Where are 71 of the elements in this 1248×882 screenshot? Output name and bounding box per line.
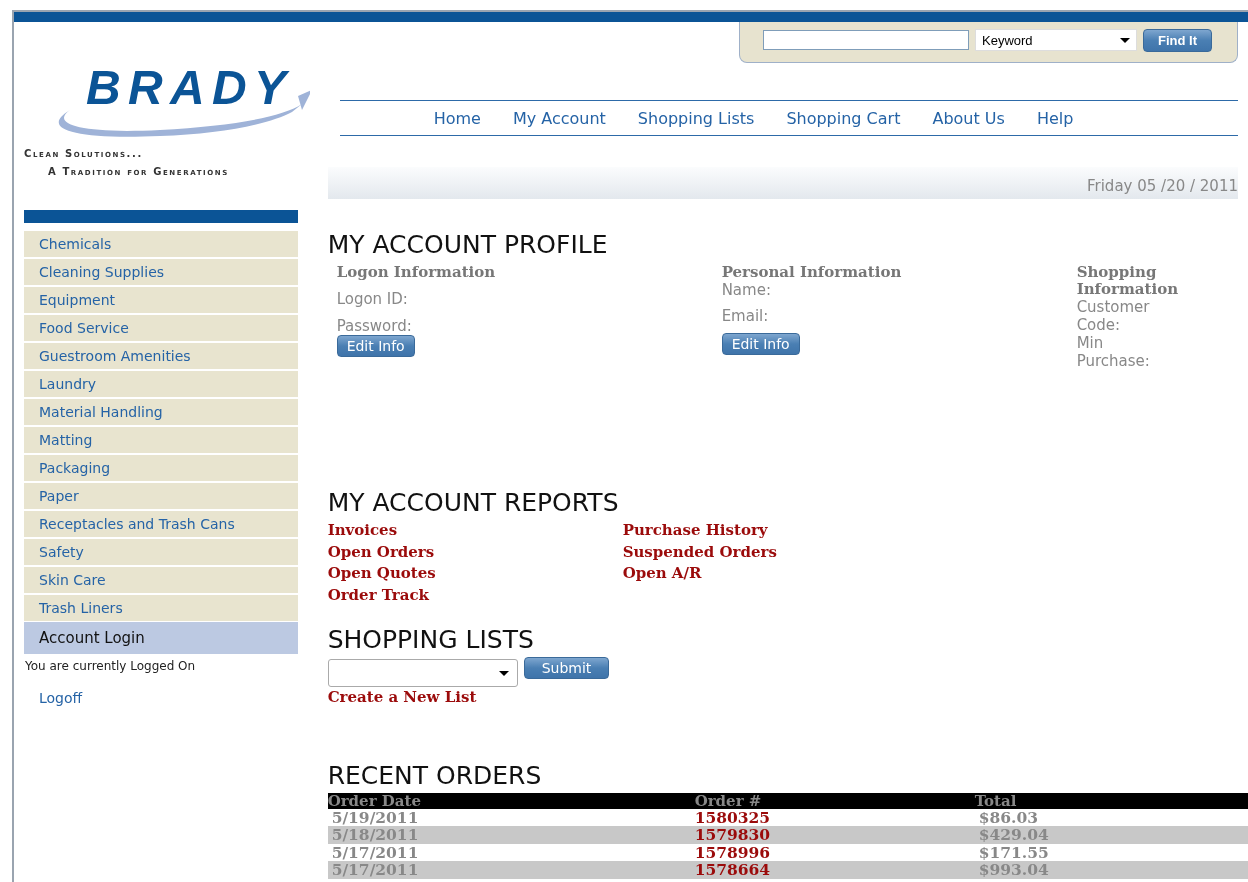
find-it-button[interactable]: Find It: [1143, 28, 1212, 52]
sidebar-item[interactable]: Trash Liners: [24, 595, 298, 621]
dropdown-caret-icon: [498, 670, 509, 676]
sidebar-item[interactable]: Safety: [24, 539, 298, 565]
order-number-link[interactable]: 1578996: [694, 843, 975, 861]
order-number-link[interactable]: 1579830: [694, 826, 975, 844]
report-link[interactable]: Purchase History: [622, 520, 768, 542]
sidebar-item[interactable]: Matting: [24, 427, 298, 453]
edit-info-button[interactable]: Edit Info: [336, 335, 415, 357]
sidebar-item[interactable]: Guestroom Amenities: [24, 343, 298, 369]
table-cell: 5/17/2011: [327, 843, 695, 861]
column-header: Order Date: [327, 792, 695, 809]
section-heading: Logon Information: [336, 264, 496, 281]
field-label: Name:: [721, 281, 771, 299]
logoff-link[interactable]: Logoff: [39, 690, 83, 706]
field-label: Customer Code:: [1076, 298, 1151, 334]
section-heading: Personal Information: [721, 264, 902, 281]
section-title: MY ACCOUNT PROFILE: [327, 230, 609, 260]
field-label: Password:: [336, 317, 412, 335]
report-link[interactable]: Open A/R: [622, 563, 702, 585]
sidebar-item[interactable]: Laundry: [24, 371, 298, 397]
table-cell: $86.03: [974, 808, 1248, 826]
sidebar-item[interactable]: Food Service: [24, 315, 298, 341]
sidebar-item[interactable]: Material Handling: [24, 399, 298, 425]
sidebar-item[interactable]: Paper: [24, 483, 298, 509]
sidebar-item[interactable]: Receptacles and Trash Cans: [24, 511, 298, 537]
list-dropdown[interactable]: [327, 659, 518, 687]
table-cell: 5/18/2011: [327, 826, 695, 844]
section-title: RECENT ORDERS: [327, 760, 543, 791]
nav-link[interactable]: About Us: [932, 108, 1005, 128]
table-cell: $429.04: [974, 826, 1248, 844]
section-title: MY ACCOUNT REPORTS: [327, 488, 620, 518]
tagline: A Tradition for Generations: [48, 166, 229, 177]
sidebar-item[interactable]: Chemicals: [24, 231, 298, 257]
sidebar-section-header: Account Login: [24, 622, 298, 654]
login-status: You are currently Logged On: [25, 659, 197, 673]
submit-button[interactable]: Submit: [523, 657, 610, 679]
table-cell: 5/17/2011: [327, 861, 695, 879]
nav-link[interactable]: My Account: [512, 108, 606, 128]
sidebar-item[interactable]: Packaging: [24, 455, 298, 481]
section-title: SHOPPING LISTS: [327, 625, 535, 655]
report-link[interactable]: Open Quotes: [327, 563, 436, 585]
nav-link[interactable]: Shopping Lists: [637, 108, 755, 128]
date-text: Friday 05 /20 / 2011: [1087, 177, 1238, 197]
order-number-link[interactable]: 1580325: [694, 808, 975, 826]
order-number-link[interactable]: 1578664: [694, 861, 975, 879]
report-link[interactable]: Open Orders: [327, 541, 435, 563]
edit-info-button[interactable]: Edit Info: [721, 333, 800, 355]
dropdown-caret-icon: [1120, 37, 1130, 43]
nav-link[interactable]: Help: [1036, 108, 1074, 128]
field-label: Email:: [721, 307, 769, 325]
column-header: Total: [974, 792, 1248, 809]
section-heading: Shopping Information: [1076, 264, 1180, 298]
table-cell: $993.04: [974, 861, 1248, 879]
tagline: Clean Solutions...: [24, 148, 143, 159]
create-list-link[interactable]: Create a New List: [327, 687, 477, 709]
search-field[interactable]: [763, 30, 969, 50]
scope-dropdown[interactable]: Keyword: [975, 29, 1137, 51]
report-link[interactable]: Order Track: [327, 584, 429, 606]
column-header: Order #: [694, 792, 975, 809]
nav-link[interactable]: Shopping Cart: [786, 108, 901, 128]
table-cell: 5/19/2011: [327, 808, 695, 826]
field-label: Logon ID:: [336, 290, 408, 308]
sidebar-item[interactable]: Cleaning Supplies: [24, 259, 298, 285]
nav-link[interactable]: Home: [433, 108, 481, 128]
report-link[interactable]: Suspended Orders: [622, 541, 777, 563]
report-link[interactable]: Invoices: [327, 520, 398, 542]
sidebar-item[interactable]: Skin Care: [24, 567, 298, 593]
table-cell: $171.55: [974, 843, 1248, 861]
sidebar-item[interactable]: Equipment: [24, 287, 298, 313]
field-label: Min Purchase:: [1076, 334, 1151, 370]
